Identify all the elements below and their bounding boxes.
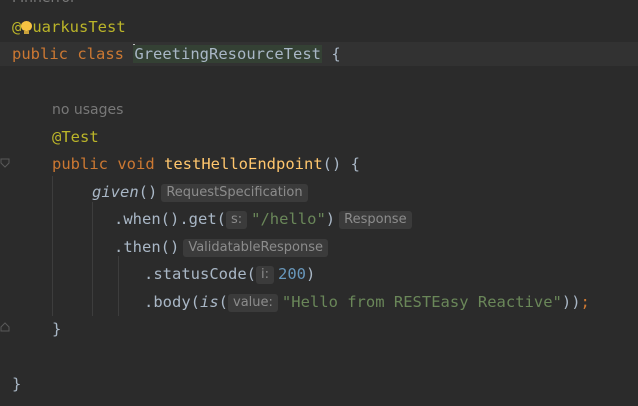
close-paren: )	[305, 265, 316, 283]
class-close-brace: }	[12, 375, 22, 393]
method-declaration-line: public void testHelloEndpoint() {	[52, 152, 360, 176]
status-code-line: .statusCode(i: 200)	[144, 262, 315, 286]
when-line: .when().get(s: "/hello") Response	[114, 207, 416, 231]
param-inlay-hint: i:	[255, 266, 274, 284]
indent-guide	[118, 256, 119, 316]
lightbulb-icon[interactable]	[21, 21, 33, 34]
header-hint: FInnerror	[12, 0, 76, 10]
then-call: .then()	[114, 238, 180, 256]
keyword-class: class	[77, 45, 125, 63]
fold-expand-icon[interactable]	[0, 322, 10, 332]
method-signature-rest: () {	[322, 155, 360, 173]
when-get-call: .when().get(	[114, 210, 226, 228]
class-name[interactable]: GreetingResourceTest	[133, 45, 322, 63]
fold-collapse-icon[interactable]	[0, 158, 10, 168]
annotation-line: @ uarkusTest	[12, 15, 126, 39]
test-annotation: @Test	[52, 128, 99, 146]
keyword-public: public	[12, 45, 68, 63]
type-inlay-hint: Response	[339, 211, 412, 229]
given-call[interactable]: given	[92, 183, 139, 201]
indent-guide	[92, 202, 93, 316]
param-inlay-hint: value:	[228, 294, 278, 312]
body-line: .body(is(value: "Hello from RESTEasy Reac…	[144, 290, 590, 314]
then-line: .then() ValidatableResponse	[114, 235, 332, 259]
method-close-brace: }	[52, 320, 62, 338]
class-declaration-line: public class GreetingResourceTest {	[0, 42, 638, 66]
keyword-void: void	[117, 155, 155, 173]
usages-hint[interactable]: no usages	[52, 98, 123, 122]
body-call: .body(	[144, 293, 200, 311]
open-brace: {	[322, 45, 341, 63]
keyword-public: public	[52, 155, 108, 173]
type-inlay-hint: ValidatableResponse	[183, 239, 328, 257]
indent-guide	[52, 176, 53, 316]
param-inlay-hint: s:	[225, 211, 248, 229]
number-literal: 200	[277, 265, 306, 283]
is-matcher-call[interactable]: is	[200, 293, 219, 311]
semicolon: ;	[580, 293, 590, 311]
string-literal: "Hello from RESTEasy Reactive"	[281, 293, 562, 311]
given-parens: ()	[138, 183, 158, 201]
code-editor[interactable]: FInnerror @ uarkusTest public class Greet…	[0, 0, 638, 406]
annotation-at: @	[12, 18, 22, 36]
close-paren: )	[325, 210, 336, 228]
open-paren: (	[218, 293, 229, 311]
type-inlay-hint: RequestSpecification	[161, 184, 308, 202]
annotation-name: uarkusTest	[32, 18, 126, 36]
status-code-call: .statusCode(	[144, 265, 256, 283]
given-line: given() RequestSpecification	[92, 180, 312, 204]
string-literal: "/hello"	[251, 210, 326, 228]
method-name[interactable]: testHelloEndpoint	[164, 155, 323, 173]
close-parens: ))	[561, 293, 581, 311]
